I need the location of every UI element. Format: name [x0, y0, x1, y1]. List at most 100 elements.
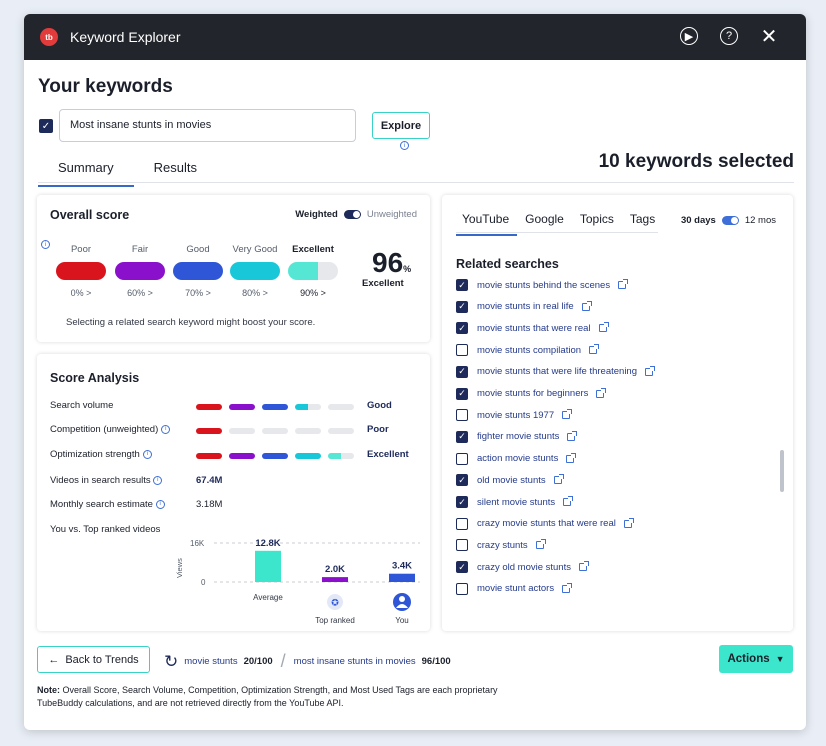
related-search-text[interactable]: old movie stunts — [477, 475, 546, 486]
external-link-icon[interactable] — [535, 539, 546, 550]
range-toggle[interactable]: 30 days 12 mos — [681, 215, 776, 226]
user-avatar-head — [399, 596, 405, 602]
related-search-checkbox[interactable]: ✓ — [456, 279, 468, 291]
related-search-text[interactable]: action movie stunts — [477, 453, 558, 464]
related-search-item[interactable]: ✓ movie stunts that were life threatening — [456, 365, 656, 378]
analysis-segment — [196, 453, 222, 459]
related-search-item[interactable]: ✓ movie stunts for beginners — [456, 387, 607, 400]
score-level-threshold: 80% > — [242, 288, 268, 298]
y-axis-label: Views — [175, 558, 184, 578]
related-search-checkbox[interactable] — [456, 517, 468, 530]
external-link-icon[interactable] — [562, 582, 573, 593]
overall-score-title: Overall score — [50, 208, 130, 222]
related-search-item[interactable]: ✓ movie stunts in real life — [456, 300, 592, 313]
related-search-item[interactable]: action movie stunts — [456, 452, 577, 465]
related-search-text[interactable]: movie stunt actors — [477, 583, 554, 594]
related-search-checkbox[interactable]: ✓ — [456, 365, 468, 378]
analysis-info-icon[interactable]: i — [161, 424, 171, 434]
play-icon[interactable]: ▶ — [680, 27, 698, 45]
weighting-toggle[interactable]: Weighted Unweighted — [295, 209, 417, 220]
external-link-icon[interactable] — [596, 387, 607, 398]
related-search-text[interactable]: crazy movie stunts that were real — [477, 518, 616, 529]
related-search-checkbox[interactable]: ✓ — [456, 322, 468, 335]
related-search-item[interactable]: ✓ movie stunts behind the scenes — [456, 279, 629, 291]
related-search-checkbox[interactable]: ✓ — [456, 300, 468, 313]
score-level-threshold: 60% > — [127, 288, 153, 298]
analysis-segment — [295, 428, 321, 434]
score-level-label: Very Good — [232, 244, 278, 255]
related-search-checkbox[interactable]: ✓ — [456, 387, 468, 400]
related-search-item[interactable]: ✓ movie stunts that were real — [456, 322, 609, 335]
external-link-icon[interactable] — [563, 496, 574, 506]
keyword-checkbox[interactable]: ✓ — [39, 119, 53, 133]
weighting-switch[interactable] — [343, 210, 361, 219]
related-search-text[interactable]: movie stunts that were real — [477, 323, 591, 334]
related-search-checkbox[interactable]: ✓ — [456, 496, 468, 508]
score-level-threshold: 70% > — [185, 288, 211, 298]
related-search-checkbox[interactable] — [456, 539, 468, 552]
external-link-icon[interactable] — [566, 452, 577, 463]
quota-count-2: 96/100 — [421, 656, 451, 667]
related-search-item[interactable]: ✓ crazy old movie stunts — [456, 561, 589, 574]
analysis-segment — [328, 453, 354, 459]
bar-category-label: You — [395, 616, 409, 625]
videos-info-icon[interactable]: i — [153, 475, 163, 485]
external-link-icon[interactable] — [623, 517, 634, 528]
refresh-icon[interactable]: ↻ — [164, 652, 178, 672]
related-search-item[interactable]: ✓ old movie stunts — [456, 474, 564, 487]
monthly-info-icon[interactable]: i — [155, 499, 165, 509]
related-search-checkbox[interactable]: ✓ — [456, 474, 468, 487]
external-link-icon[interactable] — [553, 474, 564, 485]
related-search-text[interactable]: silent movie stunts — [477, 497, 555, 508]
range-12-label: 12 mos — [744, 215, 776, 226]
related-search-checkbox[interactable] — [456, 452, 468, 465]
related-search-checkbox[interactable] — [456, 344, 468, 357]
external-link-icon[interactable] — [598, 322, 609, 333]
overall-info-icon[interactable]: i — [41, 240, 50, 249]
external-link-icon[interactable] — [618, 279, 629, 289]
related-search-item[interactable]: ✓ fighter movie stunts — [456, 430, 578, 443]
related-search-checkbox[interactable] — [456, 409, 468, 422]
external-link-icon[interactable] — [562, 409, 573, 420]
related-search-item[interactable]: ✓ silent movie stunts — [456, 496, 574, 508]
related-search-item[interactable]: movie stunts 1977 — [456, 409, 573, 422]
related-search-item[interactable]: movie stunts compilation — [456, 344, 600, 357]
external-link-icon[interactable] — [581, 300, 592, 311]
related-search-item[interactable]: movie stunt actors — [456, 582, 573, 595]
back-to-trends-button[interactable]: ← Back to Trends — [37, 646, 150, 673]
analysis-segment — [262, 453, 288, 459]
external-link-icon[interactable] — [567, 430, 578, 441]
related-search-item[interactable]: crazy movie stunts that were real — [456, 517, 634, 530]
external-link-icon[interactable] — [589, 344, 600, 355]
related-search-text[interactable]: movie stunts 1977 — [477, 410, 554, 421]
related-search-text[interactable]: crazy old movie stunts — [477, 562, 571, 573]
arrow-left-icon: ← — [48, 653, 60, 666]
explore-button[interactable]: Explore — [372, 112, 430, 139]
related-search-item[interactable]: crazy stunts — [456, 539, 546, 552]
window-title: Keyword Explorer — [70, 29, 181, 45]
range-switch[interactable] — [721, 216, 739, 225]
explore-info-icon[interactable]: i — [400, 141, 409, 150]
help-icon[interactable]: ? — [720, 27, 738, 45]
keywords-selected-count: 10 keywords selected — [598, 151, 794, 172]
analysis-segment — [229, 453, 255, 459]
external-link-icon[interactable] — [645, 365, 656, 376]
related-scrollbar[interactable] — [780, 450, 784, 492]
related-search-text[interactable]: fighter movie stunts — [477, 431, 559, 442]
related-search-text[interactable]: movie stunts for beginners — [477, 388, 588, 399]
overall-score-value: 96% — [372, 247, 412, 278]
related-search-text[interactable]: movie stunts compilation — [477, 345, 581, 356]
actions-button[interactable]: Actions ▼ — [719, 645, 793, 673]
related-search-checkbox[interactable] — [456, 582, 468, 595]
external-link-icon[interactable] — [578, 561, 589, 572]
close-icon[interactable]: ✕ — [760, 26, 778, 48]
bar-you — [389, 573, 415, 582]
keyword-input[interactable]: Most insane stunts in movies — [59, 109, 356, 142]
related-search-text[interactable]: movie stunts in real life — [477, 301, 574, 312]
related-search-checkbox[interactable]: ✓ — [456, 430, 468, 443]
related-search-checkbox[interactable]: ✓ — [456, 561, 468, 574]
analysis-info-icon[interactable]: i — [142, 449, 152, 459]
related-search-text[interactable]: crazy stunts — [477, 540, 528, 551]
related-search-text[interactable]: movie stunts behind the scenes — [477, 280, 610, 291]
related-search-text[interactable]: movie stunts that were life threatening — [477, 366, 637, 377]
